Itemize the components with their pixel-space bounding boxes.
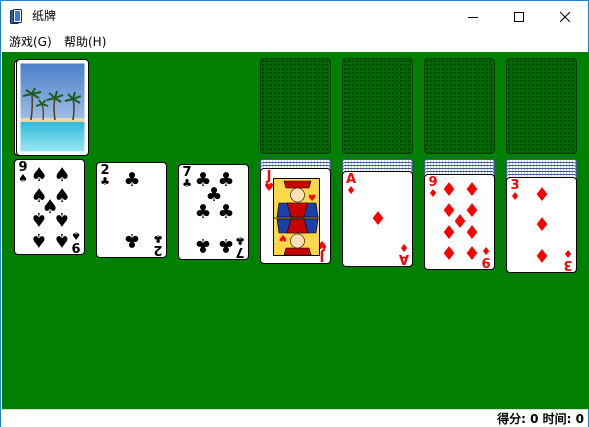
card-corner: 3 ♦ — [563, 247, 573, 272]
close-button[interactable] — [542, 1, 587, 32]
spade-pip-icon: ♠ — [53, 208, 71, 230]
foundation-2[interactable] — [342, 58, 413, 154]
jack-portrait: ♥ ♥ — [273, 178, 320, 256]
stock-pile[interactable] — [14, 59, 89, 157]
card-corner: 7 ♣ — [182, 165, 192, 190]
tableau-5-card-a-diamonds[interactable]: A ♦ A ♦ ♦ — [342, 171, 413, 267]
svg-text:♥: ♥ — [308, 194, 316, 204]
club-pip-icon: ♣ — [194, 234, 212, 256]
club-pip-icon: ♣ — [123, 169, 141, 191]
palm-beach-card-back — [19, 62, 86, 153]
window-title: 纸牌 — [32, 9, 57, 23]
minimize-icon — [467, 16, 478, 18]
club-pip-icon: ♣ — [217, 234, 235, 256]
maximize-button[interactable] — [496, 1, 541, 32]
maximize-icon — [513, 11, 524, 22]
spade-pip-icon: ♠ — [30, 229, 48, 251]
diamond-pip-icon: ♦ — [533, 214, 551, 236]
club-pip-icon: ♣ — [123, 229, 141, 251]
diamond-pip-icon: ♦ — [463, 179, 481, 201]
tableau-6-card-9-diamonds[interactable]: 9 ♦ 9 ♦ ♦ ♦ ♦ ♦ ♦ ♦ ♦ ♦ ♦ — [424, 174, 495, 270]
diamond-pip-icon: ♦ — [533, 244, 551, 266]
menu-help[interactable]: 帮助(H) — [64, 34, 106, 50]
jack-of-hearts-face-icon: ♥ ♥ — [274, 179, 319, 255]
spade-pip-icon: ♠ — [30, 208, 48, 230]
foundation-3[interactable] — [424, 58, 495, 154]
diamond-pip-icon: ♦ — [440, 222, 458, 244]
card-corner: A ♦ — [398, 241, 410, 266]
menu-bar: 游戏(G) 帮助(H) — [1, 32, 588, 52]
title-bar[interactable]: 纸牌 — [1, 1, 588, 32]
spade-pip-icon: ♠ — [30, 164, 48, 186]
close-icon — [559, 11, 570, 22]
card-corner: A ♦ — [345, 172, 357, 197]
spade-pip-icon: ♠ — [53, 229, 71, 251]
spade-pip-icon: ♠ — [53, 164, 71, 186]
tableau-3-card-7-clubs[interactable]: 7 ♣ 7 ♣ ♣ ♣ ♣ ♣ ♣ ♣ ♣ — [178, 164, 249, 260]
svg-text:♥: ♥ — [279, 232, 287, 242]
card-corner: 2 ♣ — [100, 163, 110, 188]
card-corner: 9 ♠ — [18, 160, 28, 185]
diamond-pip-icon: ♦ — [440, 179, 458, 201]
solitaire-app-icon — [10, 9, 22, 24]
card-corner: 9 ♦ — [428, 175, 438, 200]
card-back[interactable] — [16, 59, 89, 156]
score-time-readout: 得分: 0 时间: 0 — [497, 412, 584, 426]
status-bar: 得分: 0 时间: 0 — [1, 409, 588, 427]
foundation-1[interactable] — [260, 58, 331, 154]
diamond-pip-icon: ♦ — [440, 243, 458, 265]
diamond-pip-icon: ♦ — [369, 208, 387, 230]
tableau-4-card-j-hearts[interactable]: J ♥ J ♥ ♥ ♥ — [260, 168, 331, 264]
diamond-pip-icon: ♦ — [463, 243, 481, 265]
diamond-pip-icon: ♦ — [533, 184, 551, 206]
club-pip-icon: ♣ — [217, 201, 235, 223]
foundation-4[interactable] — [506, 58, 577, 154]
tableau-7-card-3-diamonds[interactable]: 3 ♦ 3 ♦ ♦ ♦ ♦ — [506, 177, 577, 273]
solitaire-window: 纸牌 游戏(G) 帮助(H) 9 ♠ 9 ♠ ♠ ♠ ♠ ♠ ♠ ♠ ♠ ♠ ♠… — [0, 0, 589, 427]
club-pip-icon: ♣ — [194, 201, 212, 223]
card-corner: 3 ♦ — [510, 178, 520, 203]
tableau-2-card-2-clubs[interactable]: 2 ♣ 2 ♣ ♣ ♣ — [96, 162, 167, 258]
diamond-pip-icon: ♦ — [463, 222, 481, 244]
tableau-1-card-9-spades[interactable]: 9 ♠ 9 ♠ ♠ ♠ ♠ ♠ ♠ ♠ ♠ ♠ ♠ — [14, 159, 85, 255]
game-table[interactable]: 9 ♠ 9 ♠ ♠ ♠ ♠ ♠ ♠ ♠ ♠ ♠ ♠ 2 ♣ 2 ♣ ♣ ♣ 7 ♣ 7 ♣ … — [2, 52, 589, 409]
card-corner: 2 ♣ — [153, 232, 163, 257]
menu-game[interactable]: 游戏(G) — [9, 34, 52, 50]
minimize-button[interactable] — [450, 1, 495, 32]
